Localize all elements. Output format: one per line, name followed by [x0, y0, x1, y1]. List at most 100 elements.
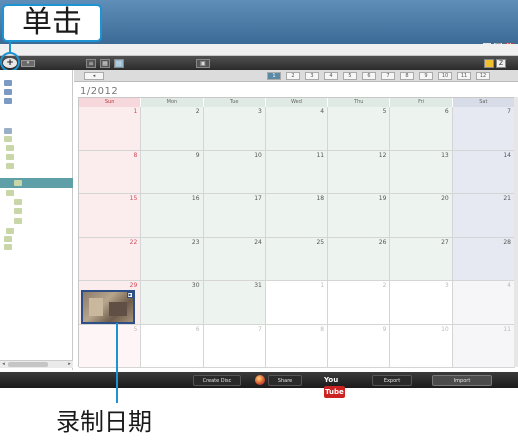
day-number: 7	[507, 108, 511, 115]
grid-view-icon[interactable]: ▦	[100, 59, 110, 68]
month-button[interactable]: 6	[362, 72, 376, 80]
scroll-thumb[interactable]	[8, 362, 48, 367]
library-icon	[4, 127, 12, 134]
month-button[interactable]: 7	[381, 72, 395, 80]
calendar-day-cell[interactable]: 20	[390, 194, 453, 238]
zoom-icon[interactable]: Z	[496, 59, 506, 68]
day-number: 23	[191, 238, 200, 246]
create-disc-button[interactable]: Create Disc	[193, 375, 241, 386]
calendar-day-cell[interactable]: 21	[452, 194, 515, 238]
calendar-day-cell[interactable]: 2	[328, 281, 391, 325]
calendar-day-cell[interactable]: 15	[79, 194, 142, 238]
month-button[interactable]: 5	[343, 72, 357, 80]
calendar-day-cell[interactable]: 26	[328, 237, 391, 281]
month-button[interactable]: 9	[419, 72, 433, 80]
calendar-day-cell[interactable]: 6	[390, 107, 453, 151]
calendar-day-cell[interactable]: 9	[141, 150, 204, 194]
weekday-header: Wed	[265, 98, 329, 107]
calendar-day-cell[interactable]: 2	[141, 107, 204, 151]
scroll-right-icon[interactable]: ▸	[66, 361, 73, 368]
day-number: 5	[133, 325, 138, 333]
calendar-title: 1/2012	[80, 86, 119, 97]
youtube-logo[interactable]: YouTube	[324, 374, 354, 398]
calendar-day-cell[interactable]: 4	[265, 107, 329, 151]
import-button[interactable]: Import	[432, 375, 492, 386]
calendar-day-cell[interactable]: 11	[452, 324, 515, 368]
sidebar-scrollbar[interactable]: ◂ ▸	[0, 360, 73, 368]
month-button[interactable]: 11	[457, 72, 471, 80]
prev-year-button[interactable]: ◂	[84, 72, 104, 80]
calendar-day-cell[interactable]: 8	[265, 324, 329, 368]
calendar-day-cell[interactable]: 25	[265, 237, 329, 281]
sidebar-item[interactable]	[0, 206, 73, 216]
calendar-day-cell[interactable]: 3	[390, 281, 453, 325]
calendar-day-cell[interactable]: 5	[79, 324, 142, 368]
list-view-icon[interactable]: ≡	[86, 59, 96, 68]
day-number: 16	[191, 195, 200, 202]
calendar-day-cell[interactable]: 5	[328, 107, 391, 151]
calendar-day-cell[interactable]: 7	[452, 107, 515, 151]
month-button[interactable]: 10	[438, 72, 452, 80]
month-button[interactable]: 12	[476, 72, 490, 80]
folder-icon[interactable]	[484, 59, 494, 68]
calendar-day-cell[interactable]: 1	[79, 107, 142, 151]
add-dropdown-chevron-icon[interactable]: ▾	[21, 60, 35, 67]
scroll-left-icon[interactable]: ◂	[0, 361, 7, 368]
folder-icon	[14, 198, 22, 205]
drive-icon	[4, 79, 12, 86]
month-button[interactable]: 2	[286, 72, 300, 80]
toolbar	[0, 56, 518, 70]
sidebar-item[interactable]	[0, 242, 73, 252]
calendar-day-cell[interactable]: 13	[390, 150, 453, 194]
calendar-day-cell[interactable]: 8	[79, 150, 142, 194]
video-thumbnail[interactable]: ▶	[81, 290, 135, 324]
calendar-day-cell[interactable]: 30	[141, 281, 204, 325]
month-button[interactable]: 3	[305, 72, 319, 80]
sidebar-item[interactable]	[0, 96, 73, 106]
export-button[interactable]: Export	[372, 375, 412, 386]
calendar-day-cell[interactable]: 12	[328, 150, 391, 194]
calendar-view-icon[interactable]: ▤	[114, 59, 124, 68]
day-number: 8	[320, 325, 325, 333]
calendar-day-cell[interactable]: 10	[203, 150, 266, 194]
calendar-day-cell[interactable]: 27	[390, 237, 453, 281]
sidebar-item[interactable]	[0, 161, 73, 171]
day-number: 22	[129, 238, 138, 246]
day-number: 19	[378, 195, 387, 202]
day-number: 4	[320, 108, 325, 115]
calendar-day-cell[interactable]: 31	[203, 281, 266, 325]
calendar-day-cell[interactable]: 28	[452, 237, 515, 281]
calendar-day-cell[interactable]: 24	[203, 237, 266, 281]
calendar-day-cell[interactable]: 10	[390, 324, 453, 368]
calendar-day-cell[interactable]: 22	[79, 237, 142, 281]
day-number: 6	[195, 325, 200, 333]
globe-icon	[255, 375, 265, 385]
day-number: 9	[195, 151, 200, 159]
calendar-day-cell[interactable]: 3	[203, 107, 266, 151]
month-button[interactable]: 4	[324, 72, 338, 80]
calendar-day-cell[interactable]: 23	[141, 237, 204, 281]
sidebar-item[interactable]	[0, 216, 73, 226]
calendar-day-cell[interactable]: 9	[328, 324, 391, 368]
picture-icon[interactable]: ▣	[196, 59, 210, 68]
sidebar-item[interactable]	[0, 178, 73, 188]
calendar-day-cell[interactable]: 18	[265, 194, 329, 238]
day-number: 5	[382, 108, 387, 115]
calendar-day-cell[interactable]: 6	[141, 324, 204, 368]
calendar-day-cell[interactable]: 14	[452, 150, 515, 194]
calendar-day-cell[interactable]: 16	[141, 194, 204, 238]
folder-icon	[4, 243, 12, 250]
library-sidebar	[0, 70, 73, 370]
share-button[interactable]: Share	[268, 375, 302, 386]
calendar-day-cell[interactable]: 11	[265, 150, 329, 194]
calendar-day-cell[interactable]: 1	[265, 281, 329, 325]
day-number: 11	[503, 325, 511, 333]
calendar-day-cell[interactable]: 17	[203, 194, 266, 238]
day-number: 3	[444, 282, 449, 289]
calendar-day-cell[interactable]: 19	[328, 194, 391, 238]
calendar-day-cell[interactable]: 4	[452, 281, 515, 325]
calendar-day-cell[interactable]: 7	[203, 324, 266, 368]
calendar-scrollbar[interactable]	[514, 97, 518, 367]
month-button[interactable]: 1	[267, 72, 281, 80]
month-button[interactable]: 8	[400, 72, 414, 80]
